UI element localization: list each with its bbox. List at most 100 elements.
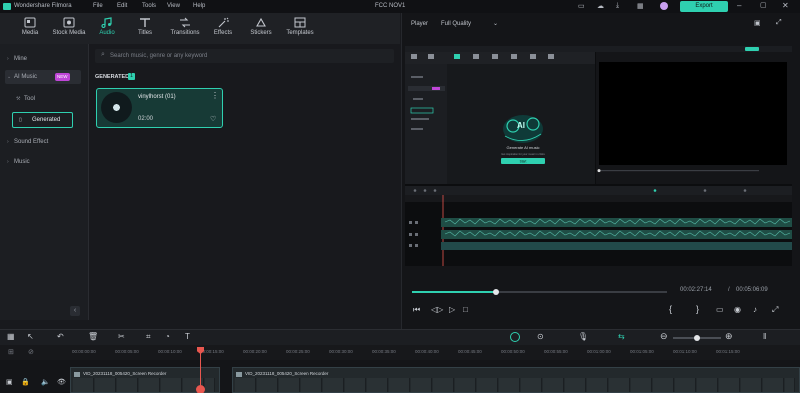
speed-icon[interactable]: ◔ bbox=[165, 332, 170, 341]
chevron-down-icon[interactable]: ⌄ bbox=[493, 20, 498, 27]
tab-audio[interactable]: Audio bbox=[88, 17, 126, 44]
crop-icon[interactable]: ⌗ bbox=[146, 332, 151, 342]
project-name: FCC NOV1 bbox=[375, 3, 406, 9]
delete-icon[interactable]: 🗑 bbox=[88, 332, 98, 341]
sidebar-item-tool[interactable]: ⚒ Tool bbox=[5, 92, 81, 106]
timeline-ruler: ⊞ ⊘ 00:00:00:00 00:00:05:00 00:00:10:00 … bbox=[0, 345, 800, 360]
mute-icon[interactable]: 🔈 bbox=[41, 378, 50, 386]
zoom-handle[interactable] bbox=[694, 335, 700, 341]
text-icon[interactable]: T bbox=[185, 332, 190, 341]
link-track-icon[interactable]: ⊘ bbox=[28, 348, 34, 356]
menu-tools[interactable]: Tools bbox=[142, 3, 156, 9]
playback-handle[interactable] bbox=[493, 289, 500, 295]
fullscreen-icon[interactable]: ⤢ bbox=[776, 19, 782, 27]
tab-stickers[interactable]: Stickers bbox=[242, 17, 280, 44]
clip-thumbnail bbox=[389, 378, 410, 392]
svg-text:AI: AI bbox=[517, 121, 525, 130]
monitor-icon[interactable]: ▭ bbox=[578, 2, 585, 10]
chevron-right-icon: › bbox=[7, 139, 9, 145]
stop-icon[interactable]: □ bbox=[463, 305, 468, 314]
sidebar-item-label: Mine bbox=[14, 56, 28, 62]
step-back-icon[interactable]: ◁▷ bbox=[431, 305, 443, 314]
clip-type-icon bbox=[74, 372, 80, 377]
menu-edit[interactable]: Edit bbox=[117, 3, 127, 9]
expand-icon[interactable]: ⤢ bbox=[772, 305, 778, 315]
clip-thumbnail bbox=[631, 378, 652, 392]
avatar[interactable] bbox=[660, 2, 668, 10]
menu-view[interactable]: View bbox=[167, 3, 180, 9]
media-toolbar: Media Stock Media Audio Titles Transitio… bbox=[0, 13, 400, 44]
mark-in-icon[interactable]: { bbox=[669, 304, 672, 314]
play-icon[interactable]: ▷ bbox=[449, 305, 455, 314]
music-card[interactable]: vinylhorst (01) 02:00 ⋮ ♡ bbox=[96, 88, 223, 128]
clip-title: VID_20231118_005420_Screen Recorder bbox=[83, 371, 167, 376]
tool-icon: ⚒ bbox=[16, 96, 21, 102]
video-clip[interactable]: VID_20231118_005420_Screen Recorder bbox=[232, 367, 800, 393]
clip-thumbnail bbox=[719, 378, 740, 392]
time-separator: / bbox=[728, 287, 730, 293]
tab-stock-media[interactable]: Stock Media bbox=[49, 17, 89, 44]
sidebar-item-music[interactable]: › Music bbox=[5, 155, 81, 169]
zoom-slider[interactable] bbox=[673, 335, 721, 341]
cut-icon[interactable]: ✂ bbox=[118, 332, 125, 341]
download-icon[interactable]: ⤓ bbox=[616, 2, 619, 10]
mic-icon[interactable]: 🎙 bbox=[578, 332, 588, 341]
camera-icon[interactable]: ◉ bbox=[734, 305, 741, 314]
chevron-down-icon: ⌄ bbox=[7, 74, 12, 80]
layout-icon[interactable]: ▦ bbox=[7, 332, 15, 341]
new-badge: NEW bbox=[55, 73, 70, 81]
sidebar-item-generated[interactable]: ▯ Generated bbox=[12, 112, 73, 128]
tab-transitions[interactable]: Transitions bbox=[165, 17, 205, 44]
export-button[interactable]: Export bbox=[680, 1, 728, 12]
undo-icon[interactable]: ↶ bbox=[57, 332, 64, 341]
tab-effects[interactable]: Effects bbox=[204, 17, 242, 44]
tab-templates[interactable]: Templates bbox=[280, 17, 320, 44]
titles-icon bbox=[140, 18, 150, 27]
render-icon[interactable] bbox=[510, 332, 520, 342]
tab-titles[interactable]: Titles bbox=[126, 17, 164, 44]
quality-select[interactable]: Full Quality bbox=[441, 21, 471, 27]
playback-slider[interactable] bbox=[412, 289, 667, 295]
ruler-tick: 00:00:35:00 bbox=[372, 349, 396, 354]
filmora-window: Wondershare Filmora File Edit Tools View… bbox=[0, 0, 800, 393]
snapshot-icon[interactable]: ▣ bbox=[754, 19, 761, 27]
collapse-sidebar-button[interactable]: ‹ bbox=[70, 306, 80, 316]
sidebar-item-label: Sound Effect bbox=[14, 139, 49, 145]
zoom-out-icon[interactable]: ⊖ bbox=[660, 331, 668, 342]
more-options-icon[interactable]: ⋮ bbox=[211, 91, 219, 100]
mark-out-icon[interactable]: } bbox=[696, 304, 699, 314]
playhead-marker[interactable] bbox=[196, 385, 205, 393]
zoom-in-icon[interactable]: ⊕ bbox=[725, 331, 733, 342]
tab-media[interactable]: Media bbox=[11, 17, 49, 44]
cloud-icon[interactable]: ☁ bbox=[597, 2, 604, 10]
link-icon[interactable]: ⇆ bbox=[618, 332, 625, 341]
menu-help[interactable]: Help bbox=[193, 3, 205, 9]
display-icon[interactable]: ▭ bbox=[716, 305, 724, 314]
ruler-tick: 00:00:40:00 bbox=[415, 349, 439, 354]
select-icon[interactable]: ↖ bbox=[27, 332, 34, 341]
favorite-icon[interactable]: ♡ bbox=[210, 115, 216, 123]
sidebar-item-ai-music[interactable]: ⌄ AI Music NEW bbox=[5, 70, 81, 84]
maximize-icon[interactable]: ▢ bbox=[760, 1, 767, 9]
tab-label: Transitions bbox=[170, 30, 200, 36]
grid-icon[interactable]: ▦ bbox=[637, 2, 644, 10]
ruler-tick: 00:00:25:00 bbox=[286, 349, 310, 354]
volume-icon[interactable]: ♪ bbox=[753, 305, 757, 314]
snap-icon[interactable]: ⊙ bbox=[537, 332, 544, 341]
column-icon[interactable]: ‖ bbox=[763, 332, 766, 341]
menu-file[interactable]: File bbox=[93, 3, 103, 9]
previous-frame-icon[interactable]: ⏮ bbox=[413, 305, 420, 315]
close-icon[interactable]: ✕ bbox=[782, 1, 789, 10]
playback-controls: 00:02:27:14 / 00:05:06:09 ⏮ ◁▷ ▷ □ { } ▭… bbox=[401, 283, 800, 333]
clip-thumbnail bbox=[345, 378, 366, 392]
search-input[interactable]: ⌕ Search music, genre or any keyword bbox=[95, 49, 394, 63]
add-track-icon[interactable]: ⊞ bbox=[8, 348, 14, 356]
minimize-icon[interactable]: – bbox=[737, 1, 741, 10]
sidebar-item-mine[interactable]: › Mine bbox=[5, 52, 81, 66]
timeline-toolbar: ▦ ↖ ↶ 🗑 ✂ ⌗ ◔ T ⊙ 🎙 ⇆ ⊖ ⊕ ‖ bbox=[0, 329, 800, 345]
eye-icon[interactable]: 👁 bbox=[57, 378, 66, 386]
sidebar-item-sound-effect[interactable]: › Sound Effect bbox=[5, 135, 81, 149]
lock-icon[interactable]: 🔒 bbox=[21, 378, 30, 386]
audio-sidebar: › Mine ⌄ AI Music NEW ⚒ Tool ▯ Generated › Sou… bbox=[0, 44, 89, 320]
stickers-icon bbox=[256, 17, 266, 27]
